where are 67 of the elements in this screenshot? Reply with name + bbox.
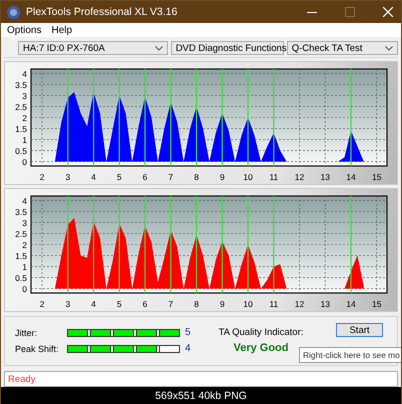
- tick-label: 2: [40, 299, 44, 309]
- tick-label: 15: [372, 299, 382, 309]
- quality-value: Very Good: [233, 342, 288, 354]
- tooltip: Right-click here to see mo: [299, 347, 401, 363]
- start-button[interactable]: Start: [336, 323, 383, 337]
- meter-label: Peak Shift:: [15, 344, 60, 354]
- tick-label: 13: [320, 299, 330, 309]
- tick-label: 3: [22, 218, 27, 228]
- tick-label: 1: [22, 135, 27, 146]
- tick-label: 2: [22, 113, 27, 123]
- tick-label: 1: [22, 262, 27, 272]
- tick-label: 2: [40, 172, 44, 182]
- dropdown[interactable]: Q-Check TA Test: [286, 41, 398, 55]
- tick-label: 2.5: [15, 102, 27, 112]
- window-title: PlexTools Professional XL V3.16: [26, 6, 178, 18]
- tick-label: 8: [194, 299, 199, 309]
- tick-label: 4: [22, 196, 27, 206]
- tick-label: 6: [142, 299, 148, 309]
- tick-label: 13: [320, 172, 330, 182]
- tick-label: 3: [65, 299, 70, 309]
- tick-label: 1.5: [15, 124, 27, 134]
- tick-label: 11: [269, 172, 278, 182]
- tick-label: 3.5: [15, 80, 27, 90]
- caret-icon: [154, 46, 163, 50]
- tick-label: 11: [269, 299, 278, 309]
- meter-reading: 4: [185, 343, 191, 354]
- status-text: Ready: [8, 374, 36, 384]
- meter-label: Jitter:: [15, 328, 38, 338]
- caret-icon: [385, 46, 393, 50]
- tick-label: 1.5: [15, 251, 27, 262]
- quality-label: TA Quality Indicator:: [218, 327, 304, 338]
- dropdown[interactable]: DVD Diagnostic Functions: [170, 41, 284, 55]
- tick-label: 3: [22, 90, 27, 101]
- tick-label: 0: [22, 284, 27, 294]
- tick-label: 0.5: [15, 273, 27, 284]
- menu-item[interactable]: Options: [7, 24, 42, 36]
- tick-label: 2.5: [15, 228, 27, 239]
- tick-label: 10: [243, 172, 253, 182]
- tick-label: 0.5: [15, 146, 27, 156]
- tick-label: 7: [168, 299, 174, 309]
- meter-reading: 5: [185, 327, 191, 338]
- tick-label: 9: [220, 299, 225, 309]
- dropdown[interactable]: HA:7 ID:0 PX-760A: [18, 41, 168, 55]
- tick-label: 3.5: [15, 206, 27, 217]
- tick-label: 9: [220, 172, 225, 182]
- tick-label: 4: [91, 299, 96, 309]
- tick-label: 3: [65, 172, 70, 182]
- tick-label: 14: [346, 299, 356, 309]
- maximize-icon: [345, 7, 355, 17]
- tick-label: 8: [194, 172, 199, 182]
- close-icon[interactable]: [383, 7, 393, 17]
- tick-label: 12: [294, 172, 304, 182]
- menu-item[interactable]: Help: [51, 24, 72, 36]
- app-icon: [7, 6, 20, 18]
- tick-label: 5: [116, 299, 122, 309]
- tick-label: 4: [22, 68, 27, 79]
- tick-label: 6: [142, 172, 148, 182]
- tick-label: 7: [168, 172, 174, 182]
- tick-label: 2: [22, 240, 27, 250]
- tick-label: 12: [294, 299, 304, 309]
- tick-label: 0: [22, 157, 27, 168]
- tick-label: 15: [372, 172, 382, 182]
- tick-label: 5: [116, 172, 122, 182]
- tick-label: 14: [346, 172, 356, 182]
- tick-label: 10: [243, 299, 253, 309]
- image-caption: 569x551 40kb PNG: [1, 387, 401, 404]
- tick-label: 4: [91, 172, 96, 182]
